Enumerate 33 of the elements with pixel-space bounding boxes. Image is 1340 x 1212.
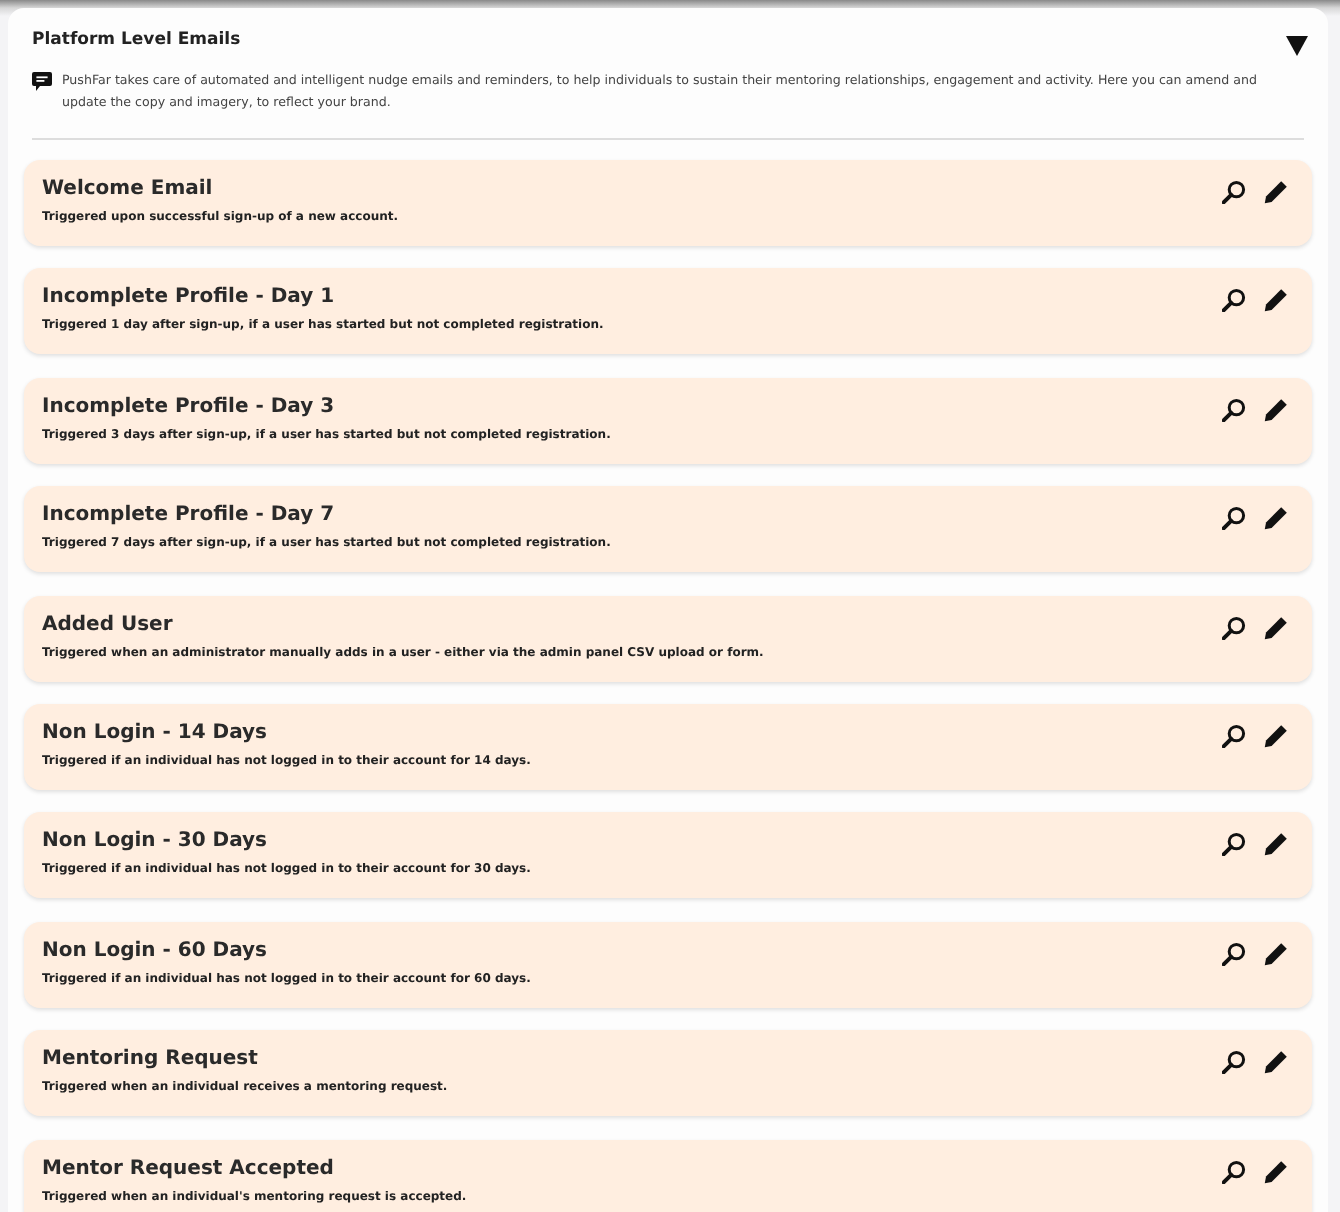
pencil-icon[interactable] <box>1264 832 1288 857</box>
pencil-icon[interactable] <box>1264 397 1288 422</box>
pencil-icon[interactable] <box>1264 1159 1288 1184</box>
email-title: Non Login - 60 Days <box>42 939 270 962</box>
search-icon[interactable] <box>1222 397 1246 422</box>
search-icon[interactable] <box>1222 615 1246 640</box>
search-icon[interactable] <box>1222 1159 1246 1184</box>
email-title: Mentor Request Accepted <box>42 1157 336 1180</box>
pencil-icon[interactable] <box>1264 180 1288 204</box>
search-icon[interactable] <box>1222 506 1246 531</box>
search-icon[interactable] <box>1222 832 1246 857</box>
chat-icon <box>32 72 52 92</box>
email-title: Incomplete Profile - Day 1 <box>42 286 337 309</box>
pencil-icon[interactable] <box>1264 506 1288 531</box>
search-icon[interactable] <box>1222 723 1246 748</box>
email-title: Mentoring Request <box>42 1048 260 1071</box>
pencil-icon[interactable] <box>1264 941 1288 966</box>
email-title: Added User <box>42 613 175 636</box>
email-title: Incomplete Profile - Day 3 <box>42 395 337 418</box>
email-title: Non Login - 30 Days <box>42 830 270 853</box>
search-icon[interactable] <box>1222 180 1246 204</box>
pencil-icon[interactable] <box>1264 723 1288 748</box>
search-icon[interactable] <box>1222 288 1246 313</box>
panel-title: Platform Level Emails <box>32 30 241 50</box>
email-title: Non Login - 14 Days <box>42 721 270 744</box>
pencil-icon[interactable] <box>1264 615 1288 640</box>
search-icon[interactable] <box>1222 941 1246 966</box>
email-title: Incomplete Profile - Day 7 <box>42 504 337 527</box>
search-icon[interactable] <box>1222 1050 1246 1075</box>
email-title: Welcome Email <box>42 178 215 200</box>
pencil-icon[interactable] <box>1264 288 1288 313</box>
pencil-icon[interactable] <box>1264 1050 1288 1075</box>
collapse-toggle-icon[interactable] <box>1286 36 1308 56</box>
